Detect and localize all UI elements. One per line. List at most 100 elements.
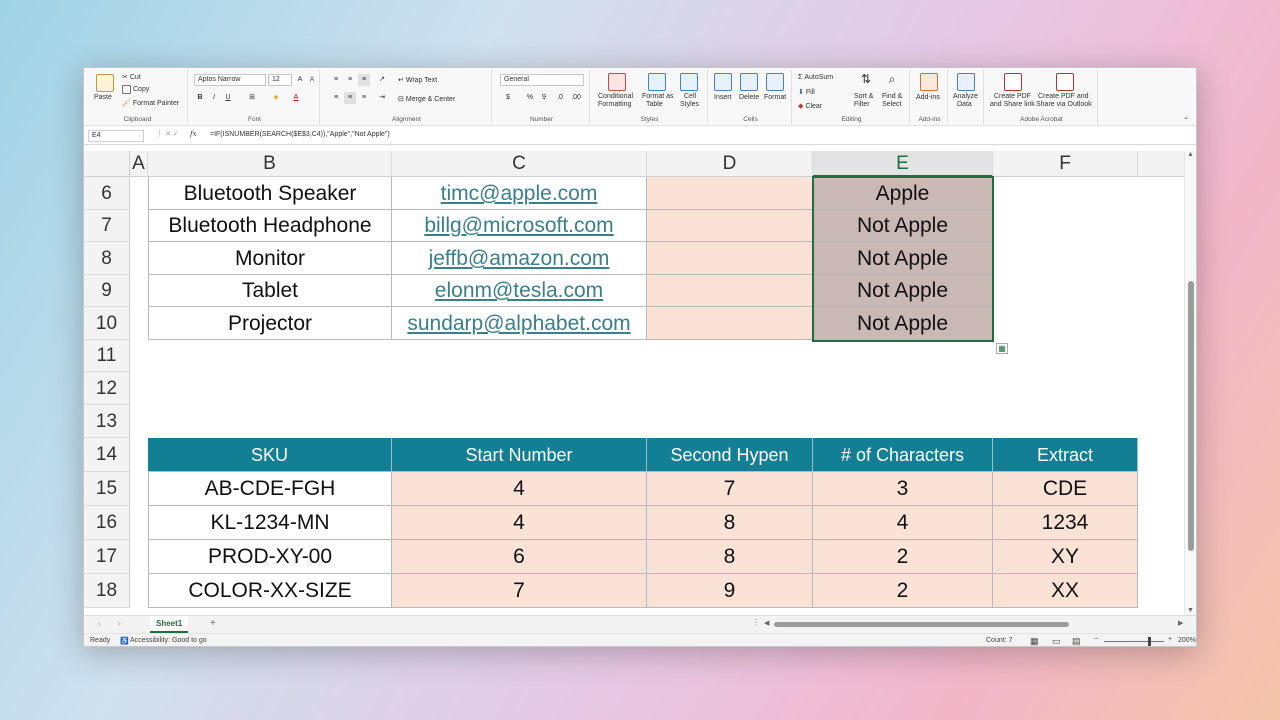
format-as-table-icon[interactable] [648, 73, 666, 91]
select-all-corner[interactable] [84, 151, 130, 177]
zoom-level[interactable]: 200% [1178, 637, 1196, 644]
clear-button[interactable]: ◆ Clear [798, 102, 822, 111]
cell-f17[interactable]: XY [993, 540, 1138, 574]
cell-d10[interactable] [647, 307, 813, 340]
sheet-tab-sheet1[interactable]: Sheet1 [150, 616, 189, 633]
header-sku[interactable]: SKU [148, 438, 392, 472]
sort-filter-label2[interactable]: Filter [854, 101, 870, 108]
analyze-label2[interactable]: Data [957, 101, 972, 108]
align-middle-icon[interactable]: ≡ [344, 74, 356, 86]
zoom-out-icon[interactable]: − [1094, 636, 1098, 643]
page-layout-icon[interactable]: ▭ [1052, 636, 1061, 646]
cell-f18[interactable]: XX [993, 574, 1138, 608]
cell-d16[interactable]: 8 [647, 506, 813, 540]
pdf-link-icon[interactable] [1004, 73, 1022, 91]
pdf-outlook-label2[interactable]: Share via Outlook [1036, 101, 1092, 108]
row-header-14[interactable]: 14 [84, 438, 130, 472]
cell-b16[interactable]: KL-1234-MN [148, 506, 392, 540]
copy-button[interactable]: Copy [122, 85, 149, 94]
row-header-12[interactable]: 12 [84, 372, 130, 405]
decrease-font-icon[interactable]: A [306, 74, 318, 86]
percent-button[interactable]: % [524, 92, 536, 104]
cell-c6[interactable]: timc@apple.com [392, 177, 647, 210]
scroll-left-icon[interactable]: ◀ [764, 619, 769, 627]
col-header-d[interactable]: D [647, 151, 813, 177]
number-format-dropdown[interactable]: General [500, 74, 584, 86]
formula-input[interactable]: =IF(ISNUMBER(SEARCH($E$3,C4)),"Apple","N… [210, 131, 390, 138]
format-painter-button[interactable]: 🖌 Format Painter [122, 99, 179, 108]
col-header-e[interactable]: E [813, 151, 993, 177]
row-header-9[interactable]: 9 [84, 275, 130, 307]
increase-font-icon[interactable]: A [294, 74, 306, 86]
normal-view-icon[interactable]: ▦ [1030, 636, 1039, 646]
format-icon[interactable] [766, 73, 784, 91]
cell-e8[interactable]: Not Apple [813, 242, 993, 275]
addins-icon[interactable] [920, 73, 938, 91]
horizontal-scroll-thumb[interactable] [774, 622, 1069, 627]
cell-c16[interactable]: 4 [392, 506, 647, 540]
comma-button[interactable]: 9 [538, 92, 550, 104]
cell-c18[interactable]: 7 [392, 574, 647, 608]
scroll-down-icon[interactable]: ▼ [1187, 607, 1194, 614]
row-header-17[interactable]: 17 [84, 540, 130, 574]
cell-d7[interactable] [647, 210, 813, 242]
cell-b17[interactable]: PROD-XY-00 [148, 540, 392, 574]
cancel-confirm-icons[interactable]: ⋮ ✕ ✓ [156, 130, 179, 138]
align-top-icon[interactable]: ≡ [330, 74, 342, 86]
delete-icon[interactable] [740, 73, 758, 91]
analyze-data-icon[interactable] [957, 73, 975, 91]
pdf-link-label2[interactable]: and Share link [990, 101, 1035, 108]
fx-icon[interactable]: fx [190, 130, 197, 138]
cell-c8[interactable]: jeffb@amazon.com [392, 242, 647, 275]
align-left-icon[interactable]: ≡ [330, 92, 342, 104]
fill-button[interactable]: ⬇ Fill [798, 88, 815, 97]
col-header-c[interactable]: C [392, 151, 647, 177]
merge-center-button[interactable]: ⊟ Merge & Center [398, 95, 455, 104]
cell-c15[interactable]: 4 [392, 472, 647, 506]
fill-color-icon[interactable]: ◈ [270, 92, 282, 104]
zoom-slider[interactable] [1104, 641, 1164, 642]
scroll-up-icon[interactable]: ▲ [1187, 151, 1194, 158]
collapse-ribbon-icon[interactable]: ⌄ [1180, 112, 1192, 124]
insert-icon[interactable] [714, 73, 732, 91]
find-select-label[interactable]: Find & [882, 93, 902, 100]
scroll-right-icon[interactable]: ▶ [1178, 619, 1183, 627]
indent-icon[interactable]: ⇥ [376, 92, 388, 104]
cell-b8[interactable]: Monitor [148, 242, 392, 275]
cell-b6[interactable]: Bluetooth Speaker [148, 177, 392, 210]
search-icon[interactable]: ⌕ [886, 73, 898, 85]
cell-d8[interactable] [647, 242, 813, 275]
col-header-b[interactable]: B [148, 151, 392, 177]
header-extract[interactable]: Extract [993, 438, 1138, 472]
cell-d6[interactable] [647, 177, 813, 210]
currency-button[interactable]: $ [502, 92, 514, 104]
accessibility-status[interactable]: Accessibility: Good to go [130, 637, 207, 644]
italic-button[interactable]: I [208, 92, 220, 104]
cell-d17[interactable]: 8 [647, 540, 813, 574]
analyze-label[interactable]: Analyze [953, 93, 978, 100]
cell-b10[interactable]: Projector [148, 307, 392, 340]
underline-button[interactable]: U [222, 92, 234, 104]
font-size-dropdown[interactable]: 12 [268, 74, 292, 86]
delete-button[interactable]: Delete [739, 94, 759, 101]
row-header-6[interactable]: 6 [84, 177, 130, 210]
col-header-a[interactable]: A [130, 151, 148, 177]
cell-e18[interactable]: 2 [813, 574, 993, 608]
row-header-7[interactable]: 7 [84, 210, 130, 242]
cell-e15[interactable]: 3 [813, 472, 993, 506]
find-select-label2[interactable]: Select [882, 101, 901, 108]
cell-b7[interactable]: Bluetooth Headphone [148, 210, 392, 242]
next-sheet-icon[interactable]: › [118, 619, 121, 628]
wrap-text-button[interactable]: ↵ Wrap Text [398, 76, 437, 85]
header-num-characters[interactable]: # of Characters [813, 438, 993, 472]
decrease-decimal-icon[interactable]: .00 [570, 92, 582, 104]
font-color-icon[interactable]: A [290, 92, 302, 104]
conditional-formatting-icon[interactable] [608, 73, 626, 91]
cell-e7[interactable]: Not Apple [813, 210, 993, 242]
cell-f16[interactable]: 1234 [993, 506, 1138, 540]
pdf-link-label[interactable]: Create PDF [994, 93, 1031, 100]
accessibility-icon[interactable]: ♿ [120, 637, 129, 645]
increase-decimal-icon[interactable]: .0 [554, 92, 566, 104]
cell-f15[interactable]: CDE [993, 472, 1138, 506]
insert-button[interactable]: Insert [714, 94, 732, 101]
